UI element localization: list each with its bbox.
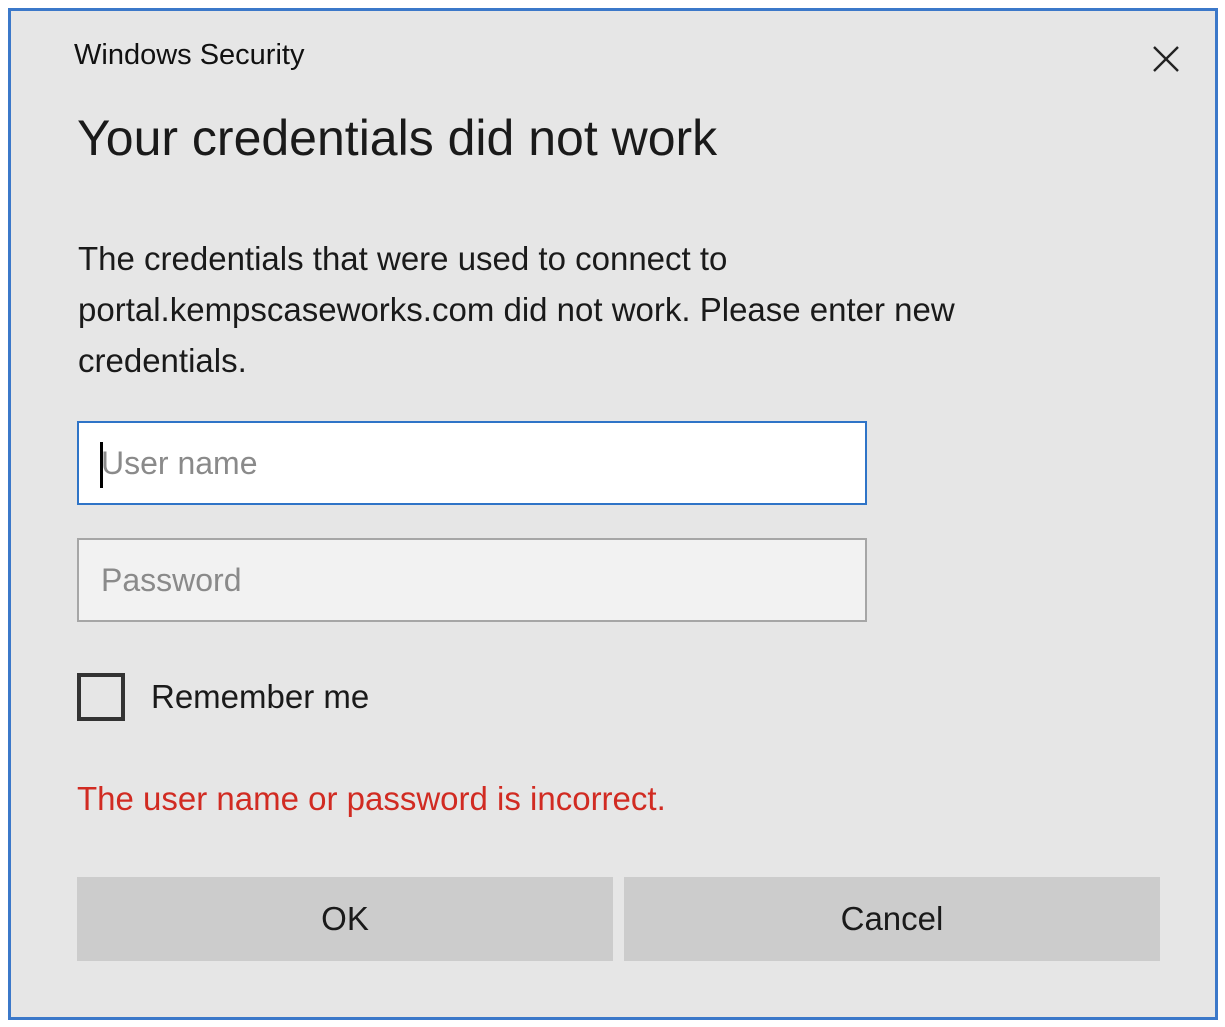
windows-security-dialog: Windows Security Your credentials did no…: [8, 8, 1218, 1020]
text-cursor: [100, 442, 103, 488]
username-input[interactable]: [77, 421, 867, 505]
dialog-message: The credentials that were used to connec…: [78, 240, 955, 379]
error-message: The user name or password is incorrect.: [77, 780, 666, 817]
cancel-button[interactable]: Cancel: [624, 877, 1160, 961]
ok-button[interactable]: OK: [77, 877, 613, 961]
window-title: Windows Security: [74, 39, 305, 71]
close-button[interactable]: [1146, 39, 1186, 79]
remember-me-checkbox-row[interactable]: Remember me: [77, 669, 369, 725]
close-icon: [1146, 39, 1186, 79]
dialog-heading: Your credentials did not work: [77, 110, 718, 166]
remember-me-checkbox[interactable]: [77, 673, 125, 721]
remember-me-label: Remember me: [151, 678, 370, 715]
password-input[interactable]: [77, 538, 867, 622]
